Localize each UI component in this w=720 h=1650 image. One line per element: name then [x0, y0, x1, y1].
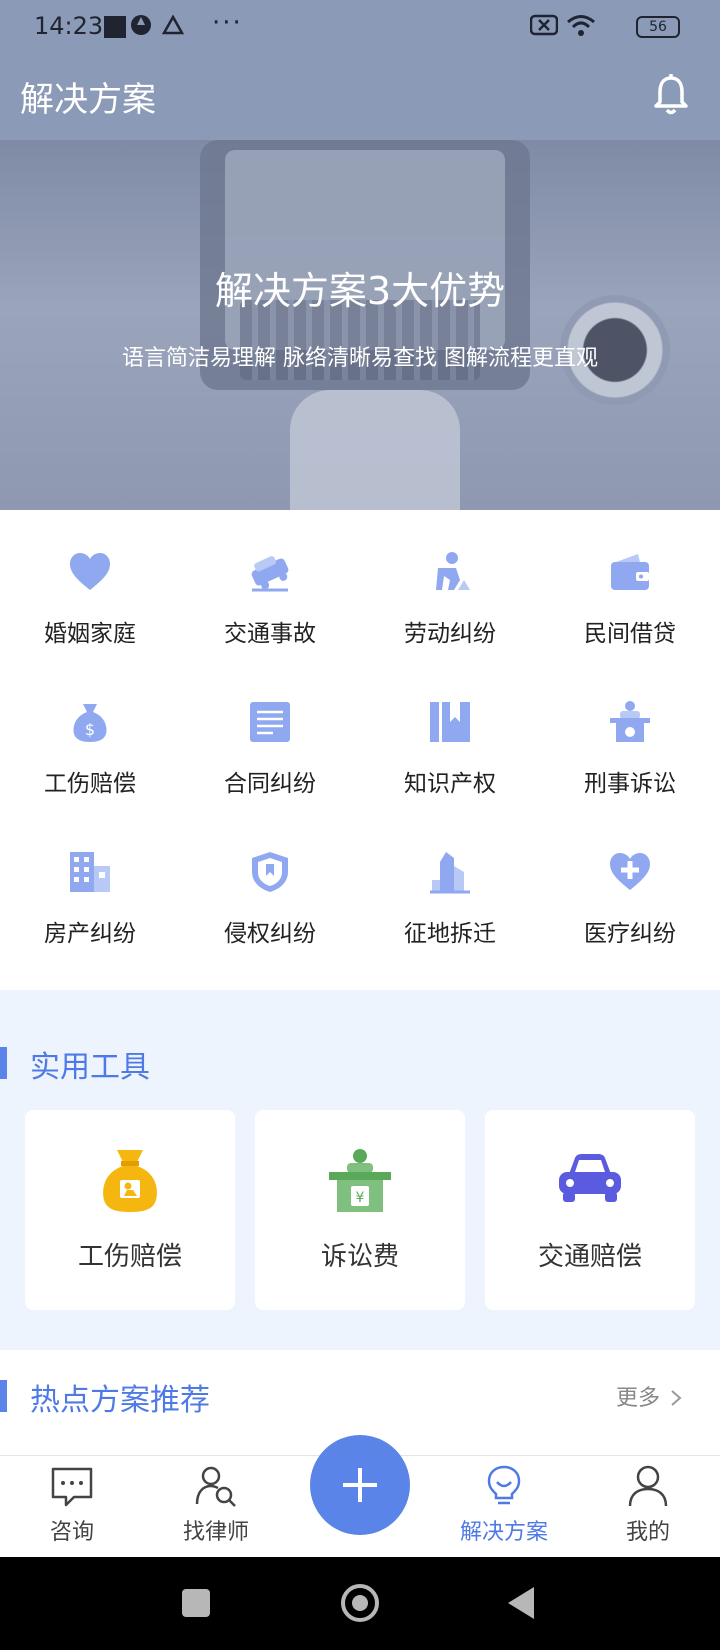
category-label: 知识产权	[404, 771, 496, 797]
battery-icon: 56	[636, 16, 680, 38]
worker-icon	[436, 552, 470, 590]
tool-label: 诉讼费	[320, 1242, 399, 1272]
tool-card[interactable]: 工伤赔偿	[25, 1110, 235, 1310]
more-status-icon: ···	[212, 8, 243, 38]
category-item[interactable]: 知识产权	[360, 660, 540, 810]
wallet-icon	[611, 554, 649, 590]
system-nav-bar	[0, 1557, 720, 1650]
nav-item-mine[interactable]: 我的	[576, 1456, 720, 1558]
svg-text:$: $	[85, 720, 95, 739]
nav-label: 我的	[625, 1520, 670, 1545]
medical-heart-icon	[610, 853, 650, 890]
nav-item-solutions[interactable]: 解决方案	[432, 1456, 576, 1558]
nav-label: 解决方案	[459, 1520, 548, 1545]
category-item[interactable]: $ 工伤赔偿	[0, 660, 180, 810]
section-accent-bar	[0, 1380, 7, 1412]
notification-square-icon	[104, 16, 126, 38]
find-lawyer-icon	[195, 1466, 236, 1507]
back-icon[interactable]	[508, 1587, 534, 1619]
page-title: 解决方案	[20, 80, 156, 120]
money-bag-icon: $	[73, 704, 107, 742]
category-label: 工伤赔偿	[44, 771, 136, 797]
nav-label: 咨询	[49, 1520, 94, 1545]
bookmark-book-icon	[430, 702, 470, 742]
car-crash-icon	[251, 556, 289, 592]
category-label: 征地拆迁	[404, 921, 496, 947]
banner-subline: 语言简洁易理解 脉络清晰易查找 图解流程更直观	[122, 346, 598, 371]
tool-label: 工伤赔偿	[77, 1242, 182, 1272]
document-icon	[250, 702, 290, 742]
lightbulb-icon	[487, 1465, 521, 1505]
category-item[interactable]: 刑事诉讼	[540, 660, 720, 810]
category-item[interactable]: 劳动纠纷	[360, 510, 540, 660]
nav-label: 找律师	[182, 1520, 249, 1545]
recent-apps-icon[interactable]	[182, 1589, 210, 1617]
tool-label: 交通赔偿	[537, 1242, 642, 1272]
drive-icon	[162, 14, 184, 35]
nav-item-consult[interactable]: 咨询	[0, 1456, 144, 1558]
plus-icon	[343, 1468, 377, 1502]
car-icon	[559, 1154, 621, 1202]
category-label: 侵权纠纷	[224, 921, 316, 947]
category-label: 婚姻家庭	[44, 621, 136, 647]
court-podium-icon	[610, 701, 650, 742]
bell-icon[interactable]	[648, 72, 694, 118]
category-grid: 婚姻家庭 交通事故 劳动纠纷 民间借贷 $ 工伤赔偿 合同纠纷 知识产权 刑事诉…	[0, 510, 720, 990]
tool-card[interactable]: 交通赔偿	[485, 1110, 695, 1310]
shield-icon	[252, 852, 288, 892]
wifi-icon	[567, 15, 595, 36]
category-item[interactable]: 民间借贷	[540, 510, 720, 660]
category-item[interactable]: 交通事故	[180, 510, 360, 660]
svg-text:¥: ¥	[356, 1190, 365, 1206]
banner-hands-image	[290, 390, 460, 510]
category-label: 刑事诉讼	[584, 771, 676, 797]
category-item[interactable]: 合同纠纷	[180, 660, 360, 810]
add-button[interactable]	[310, 1435, 410, 1535]
category-item[interactable]: 房产纠纷	[0, 810, 180, 960]
status-time: 14:23	[34, 12, 104, 40]
category-label: 医疗纠纷	[584, 921, 676, 947]
status-bar: 14:23 ··· 56	[0, 0, 720, 56]
category-item[interactable]: 医疗纠纷	[540, 810, 720, 960]
category-item[interactable]: 侵权纠纷	[180, 810, 360, 960]
category-label: 房产纠纷	[44, 921, 136, 947]
category-label: 交通事故	[224, 621, 316, 647]
podium-icon: ¥	[329, 1149, 391, 1212]
category-item[interactable]: 征地拆迁	[360, 810, 540, 960]
nav-item-find-lawyer[interactable]: 找律师	[144, 1456, 288, 1558]
chat-icon	[51, 1467, 93, 1507]
hero-banner[interactable]: 解决方案3大优势 语言简洁易理解 脉络清晰易查找 图解流程更直观	[0, 140, 720, 510]
banner-headline: 解决方案3大优势	[214, 269, 506, 313]
tools-section: 实用工具 工伤赔偿 ¥ 诉讼费 交通赔偿	[0, 990, 720, 1350]
category-item[interactable]: 婚姻家庭	[0, 510, 180, 660]
user-icon	[628, 1465, 668, 1507]
app-header: 解决方案	[0, 56, 720, 140]
no-sim-icon	[530, 14, 558, 36]
tools-title: 实用工具	[30, 1050, 150, 1085]
money-bag-icon	[103, 1150, 157, 1212]
section-accent-bar	[0, 1047, 7, 1079]
aperture-icon	[131, 15, 151, 35]
category-label: 劳动纠纷	[404, 621, 496, 647]
category-label: 民间借贷	[584, 621, 676, 647]
tool-card[interactable]: ¥ 诉讼费	[255, 1110, 465, 1310]
skyscraper-icon	[430, 852, 470, 894]
category-label: 合同纠纷	[224, 771, 316, 797]
more-link[interactable]: 更多	[616, 1380, 660, 1412]
heart-icon	[70, 553, 110, 590]
building-icon	[70, 852, 110, 892]
hot-title: 热点方案推荐	[30, 1383, 210, 1418]
chevron-right-icon[interactable]	[668, 1390, 684, 1406]
home-icon[interactable]	[341, 1584, 379, 1622]
